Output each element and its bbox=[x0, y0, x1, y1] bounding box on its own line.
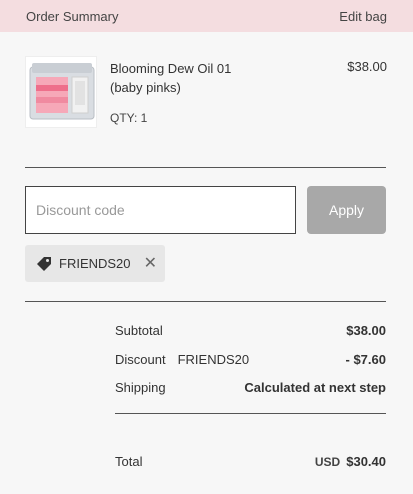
discount-row-code: FRIENDS20 bbox=[177, 352, 250, 367]
product-quantity: QTY: 1 bbox=[110, 111, 148, 125]
edit-bag-link[interactable]: Edit bag bbox=[339, 9, 387, 24]
shipping-value: Calculated at next step bbox=[244, 380, 386, 395]
remove-discount-close-icon[interactable]: ✕ bbox=[144, 255, 157, 272]
discount-row: Discount FRIENDS20 - $7.60 bbox=[115, 352, 386, 367]
order-summary-title: Order Summary bbox=[26, 8, 119, 24]
total-value: $30.40 bbox=[346, 454, 386, 469]
product-thumbnail bbox=[25, 56, 97, 128]
discount-label: Discount bbox=[115, 352, 166, 367]
subtotal-row: Subtotal $38.00 bbox=[115, 323, 386, 338]
product-line-item: Blooming Dew Oil 01 (baby pinks) $38.00 … bbox=[25, 56, 387, 128]
total-label: Total bbox=[115, 454, 143, 469]
shipping-label: Shipping bbox=[115, 380, 166, 395]
subtotal-label: Subtotal bbox=[115, 323, 163, 338]
divider bbox=[115, 413, 386, 414]
discount-code-input[interactable] bbox=[25, 186, 296, 234]
total-currency: USD bbox=[314, 455, 341, 469]
total-row: Total USD $30.40 bbox=[115, 454, 386, 469]
divider bbox=[25, 301, 386, 302]
product-name: Blooming Dew Oil 01 (baby pinks) bbox=[110, 61, 232, 95]
order-summary-header: Order Summary Edit bag bbox=[0, 0, 413, 32]
divider bbox=[25, 167, 386, 168]
tag-icon bbox=[35, 255, 53, 273]
subtotal-value: $38.00 bbox=[346, 323, 386, 338]
applied-discount-code: FRIENDS20 bbox=[59, 256, 131, 271]
product-price: $38.00 bbox=[347, 59, 387, 74]
apply-discount-button[interactable]: Apply bbox=[307, 186, 386, 234]
discount-value: - $7.60 bbox=[345, 352, 386, 367]
blush-compact-image bbox=[29, 63, 95, 120]
shipping-row: Shipping Calculated at next step bbox=[115, 380, 386, 395]
applied-discount-chip: FRIENDS20 ✕ bbox=[25, 245, 165, 282]
